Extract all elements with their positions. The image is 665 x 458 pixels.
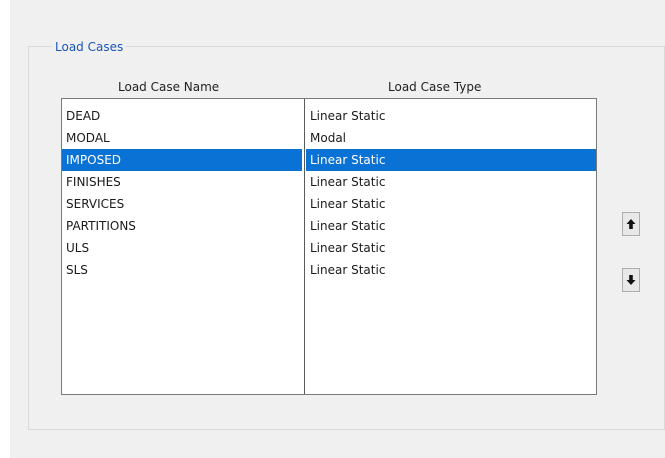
load-cases-rows: DEAD Linear Static MODAL Modal IMPOSED Linear… (62, 105, 596, 281)
load-case-row-finishes[interactable]: FINISHES Linear Static (62, 171, 596, 193)
load-case-type-cell: Linear Static (310, 175, 386, 189)
load-case-type-cell: Linear Static (310, 241, 386, 255)
column-header-load-case-name: Load Case Name (118, 80, 220, 94)
load-case-name-cell: FINISHES (66, 175, 121, 189)
load-case-row-uls[interactable]: ULS Linear Static (62, 237, 596, 259)
load-case-type-cell: Linear Static (310, 197, 386, 211)
load-case-row-dead[interactable]: DEAD Linear Static (62, 105, 596, 127)
arrow-down-icon (626, 275, 636, 285)
load-case-row-imposed[interactable]: IMPOSED Linear Static (62, 149, 596, 171)
load-case-row-sls[interactable]: SLS Linear Static (62, 259, 596, 281)
move-up-button[interactable] (622, 212, 640, 236)
load-case-name-cell: ULS (66, 241, 90, 255)
load-case-name-cell: DEAD (66, 109, 101, 123)
load-cases-list[interactable]: DEAD Linear Static MODAL Modal IMPOSED Linear… (61, 98, 597, 395)
load-cases-group-title: Load Cases (52, 40, 127, 54)
load-case-type-cell: Linear Static (310, 109, 386, 123)
load-case-name-cell: SERVICES (66, 197, 125, 211)
column-header-load-case-type: Load Case Type (388, 80, 482, 94)
load-case-name-cell: PARTITIONS (66, 219, 136, 233)
load-case-type-cell: Linear Static (310, 219, 386, 233)
load-case-type-cell: Linear Static (306, 149, 596, 171)
load-case-type-cell: Modal (310, 131, 346, 145)
load-case-type-cell: Linear Static (310, 263, 386, 277)
load-case-row-services[interactable]: SERVICES Linear Static (62, 193, 596, 215)
load-case-name-cell: SLS (66, 263, 88, 277)
load-case-name-cell: IMPOSED (62, 149, 302, 171)
load-case-row-partitions[interactable]: PARTITIONS Linear Static (62, 215, 596, 237)
load-case-row-modal[interactable]: MODAL Modal (62, 127, 596, 149)
move-down-button[interactable] (622, 268, 640, 292)
load-case-name-cell: MODAL (66, 131, 110, 145)
arrow-up-icon (626, 219, 636, 229)
